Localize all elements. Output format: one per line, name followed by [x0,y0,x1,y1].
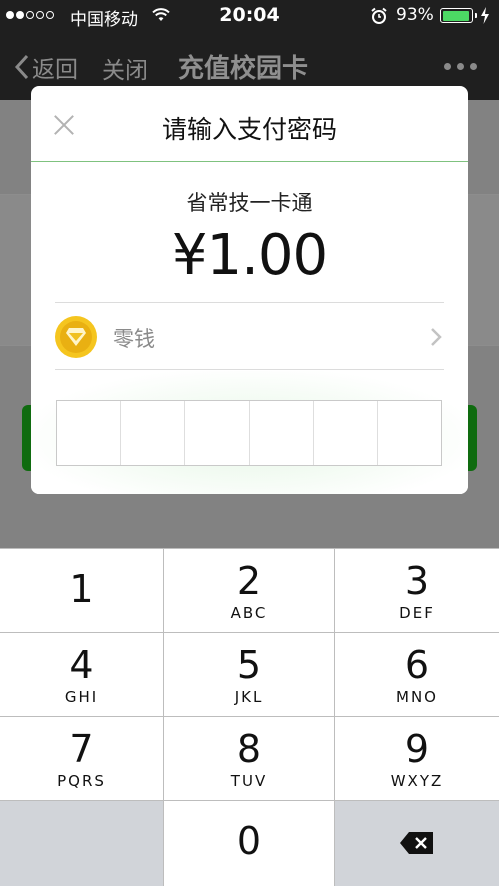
password-input[interactable] [56,400,442,466]
password-digit-box [378,401,441,465]
back-label: 返回 [32,57,78,83]
status-bar: 中国移动 20:04 93% [0,0,499,32]
key-8[interactable]: 8 TUV [164,717,334,800]
password-digit-box [57,401,122,465]
delete-key[interactable] [335,801,499,886]
key-3[interactable]: 3 DEF [335,549,499,632]
backspace-icon [400,832,433,854]
merchant-name: 省常技一卡通 [186,191,313,215]
key-4[interactable]: 4 GHI [0,633,163,716]
battery-percent: 93% [396,5,434,25]
divider [55,369,444,370]
key-5[interactable]: 5 JKL [164,633,334,716]
page-title: 充值校园卡 [178,54,309,84]
payment-method-label: 零钱 [113,327,155,351]
payment-password-dialog: 请输入支付密码 省常技一卡通 ¥1.00 零钱 [31,86,468,494]
chevron-left-icon [14,54,29,80]
password-digit-box [185,401,250,465]
key-6[interactable]: 6 MNO [335,633,499,716]
chevron-right-icon [431,328,442,346]
key-2[interactable]: 2 ABC [164,549,334,632]
more-dots-icon[interactable] [444,63,477,70]
dialog-title: 请输入支付密码 [161,115,337,144]
password-digit-box [314,401,378,465]
payment-amount: ¥1.00 [171,223,328,288]
payment-method-selector[interactable]: 零钱 [55,303,444,369]
empty-key [0,801,163,886]
key-7[interactable]: 7 PQRS [0,717,163,800]
numeric-keypad: 1 2 ABC 3 DEF 4 GHI 5 JKL 6 MNO 7 PQRS 8… [0,548,499,886]
charging-bolt-icon [480,7,490,28]
alarm-clock-icon [370,7,388,29]
key-0[interactable]: 0 [164,801,334,886]
back-button[interactable]: 返回 [14,50,78,84]
key-9[interactable]: 9 WXYZ [335,717,499,800]
change-wallet-coin-icon [55,316,97,358]
password-digit-box [250,401,314,465]
key-1[interactable]: 1 [0,549,163,632]
password-digit-box [121,401,186,465]
battery-icon [440,8,477,23]
close-page-button[interactable]: 关闭 [102,51,148,85]
header-divider [31,161,468,162]
